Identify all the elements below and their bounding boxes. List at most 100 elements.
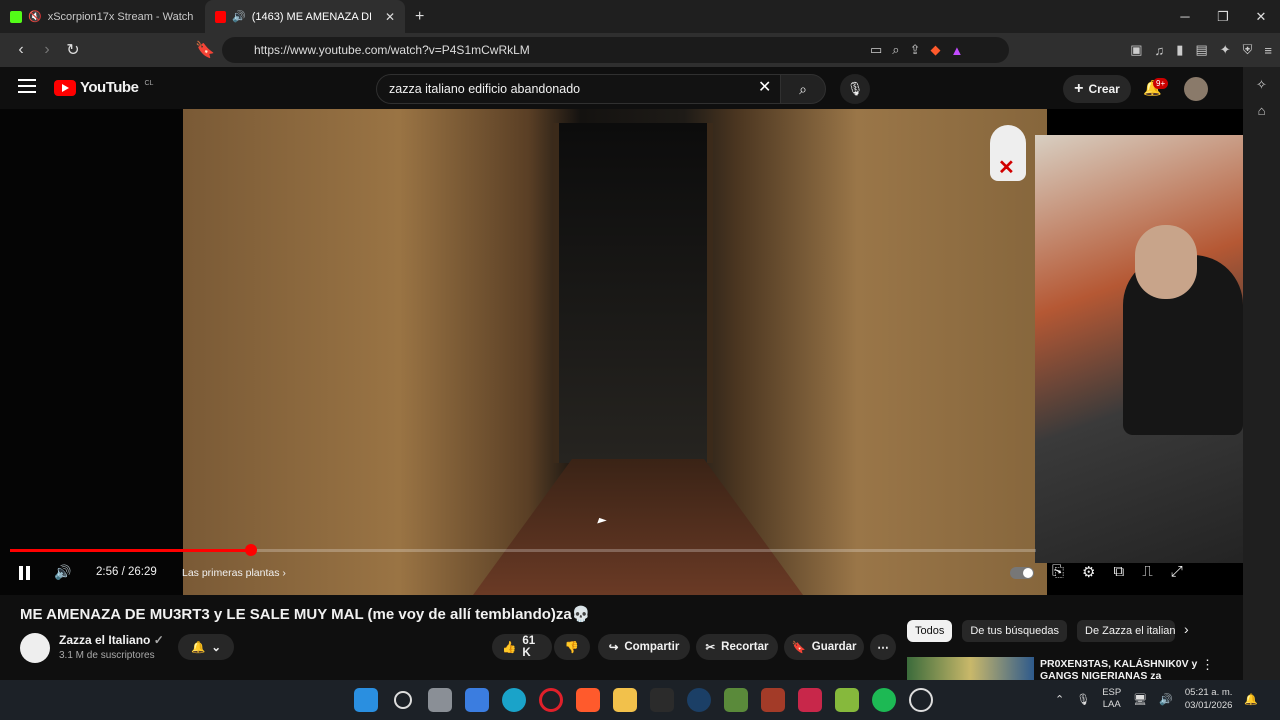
vpn-icon[interactable]: ⛨	[1243, 42, 1253, 58]
more-vert-icon[interactable]: ⋮	[1201, 657, 1214, 673]
chip-all[interactable]: Todos	[907, 620, 953, 642]
windows-start-icon[interactable]	[354, 688, 378, 712]
video-frame[interactable]	[183, 109, 1047, 595]
maximize-icon[interactable]: ❐	[1204, 0, 1242, 33]
pause-icon[interactable]	[18, 566, 32, 580]
share-icon[interactable]: ⇪	[910, 42, 921, 58]
settings-icon[interactable]: ⚙	[1082, 563, 1095, 581]
volume-icon[interactable]: 🔊	[54, 564, 71, 581]
hamburger-icon[interactable]	[18, 79, 36, 93]
epic-games-icon[interactable]	[650, 688, 674, 712]
close-window-icon[interactable]: ✕	[1242, 0, 1280, 33]
zoom-icon[interactable]: ⌕	[892, 42, 899, 58]
share-button[interactable]: ↪ Compartir	[598, 634, 690, 660]
minecraft-icon[interactable]	[724, 688, 748, 712]
miniplayer-icon[interactable]: ⧉	[1113, 563, 1124, 581]
mic-icon[interactable]: 🎙	[1076, 693, 1090, 706]
autoplay-toggle[interactable]	[1010, 567, 1034, 579]
recommendation-thumbnail[interactable]	[907, 657, 1034, 680]
network-icon[interactable]: 🖥	[1133, 693, 1147, 706]
language-indicator[interactable]: ESP LAA	[1102, 687, 1121, 711]
brave-icon[interactable]	[576, 688, 600, 712]
cast-icon[interactable]: ▭	[870, 42, 882, 58]
tray-expand-icon[interactable]: ⌃	[1055, 693, 1064, 706]
search-button[interactable]: ⌕	[780, 74, 826, 104]
voice-search-button[interactable]: 🎙	[840, 74, 870, 104]
media-icon[interactable]: ♫	[1155, 43, 1165, 58]
app-green-icon[interactable]	[835, 688, 859, 712]
url-actions: ▭ ⌕ ⇪ ◆ ▲	[870, 33, 963, 67]
create-button[interactable]: + Crear	[1063, 75, 1131, 103]
new-tab-button[interactable]: +	[405, 8, 434, 26]
youtube-play-icon	[54, 79, 76, 96]
search-input[interactable]: zazza italiano edificio abandonado	[376, 74, 781, 104]
wallet-icon[interactable]: ▤	[1195, 42, 1207, 58]
back-icon[interactable]: ‹	[8, 41, 34, 59]
youtube-logo[interactable]: YouTube CL	[54, 79, 153, 96]
search-icon[interactable]	[394, 691, 412, 709]
channel-name[interactable]: Zazza el Italiano ✓	[59, 633, 164, 647]
browser-tools: ▣ ♫ ▮ ▤ ✦ ⛨ ≡	[1130, 33, 1272, 67]
opera-icon[interactable]	[539, 688, 563, 712]
steam-icon[interactable]	[687, 688, 711, 712]
recommendation-item[interactable]: PR0XEN3TAS, KALÁSHNIK0V y GANGS NIGERIAN…	[907, 657, 1233, 680]
tab-title: (1463) ME AMENAZA DE MU3	[251, 10, 371, 23]
chip-channel[interactable]: De Zazza el italiano	[1077, 620, 1176, 642]
store-icon[interactable]	[465, 688, 489, 712]
video-player[interactable]: 🔊 2:56 / 26:29 Las primeras plantas › ⎘ …	[0, 109, 1243, 595]
tab-stream[interactable]: 🔇 xScorpion17x Stream - Watch Liv	[0, 0, 205, 33]
streamer-sticker	[990, 125, 1026, 181]
system-tray: ⌃ 🎙 ESP LAA 🖥 🔊 05:21 a. m. 03/01/2026 🔔	[1055, 686, 1258, 712]
sidebar-icon[interactable]: ▣	[1130, 42, 1142, 58]
notification-icon[interactable]: 🔔	[1244, 693, 1258, 706]
search-icon: ⌕	[799, 81, 807, 97]
chevron-right-icon[interactable]: ›	[1184, 621, 1189, 637]
time-display: 2:56 / 26:29	[96, 566, 157, 578]
clear-search-icon[interactable]: ✕	[758, 77, 771, 97]
chapter-button[interactable]: Las primeras plantas ›	[182, 567, 286, 579]
menu-icon[interactable]: ≡	[1264, 43, 1272, 58]
app-red-icon[interactable]	[798, 688, 822, 712]
volume-icon[interactable]: 🔊	[1159, 693, 1173, 706]
close-tab-icon[interactable]: ✕	[385, 10, 395, 24]
cast-icon[interactable]: ⎍	[1142, 563, 1153, 581]
ai-icon[interactable]: ✦	[1220, 42, 1231, 58]
chip-searches[interactable]: De tus búsquedas	[962, 620, 1068, 642]
scrubber-handle[interactable]	[244, 544, 257, 556]
bookmark-icon[interactable]: 🔖	[192, 40, 218, 60]
spotify-icon[interactable]	[872, 688, 896, 712]
edge-icon[interactable]	[502, 688, 526, 712]
reload-icon[interactable]: ↻	[60, 40, 86, 60]
forward-icon[interactable]: ›	[34, 41, 60, 59]
recommendation-title[interactable]: PR0XEN3TAS, KALÁSHNIK0V y GANGS NIGERIAN…	[1040, 658, 1210, 680]
browser-tab-bar: 🔇 xScorpion17x Stream - Watch Liv 🔊 (146…	[0, 0, 1280, 33]
clip-button[interactable]: ✂ Recortar	[696, 634, 778, 660]
more-actions-button[interactable]: ⋯	[870, 634, 896, 660]
tab-title: xScorpion17x Stream - Watch Liv	[47, 10, 193, 23]
discord-icon[interactable]	[909, 688, 933, 712]
clip-label: Recortar	[721, 641, 769, 653]
notification-bell-button[interactable]: 🔔 ⌄	[178, 634, 234, 660]
dislike-button[interactable]: 👎	[554, 634, 590, 660]
share-label: Compartir	[624, 641, 680, 653]
brave-shield-icon[interactable]: ◆	[930, 42, 940, 58]
tools-icon[interactable]: ⌂	[1243, 103, 1280, 118]
copilot-icon[interactable]: ✧	[1243, 77, 1280, 93]
fullscreen-icon[interactable]: ⤢	[1171, 563, 1183, 581]
recommendation-chips: Todos De tus búsquedas De Zazza el itali…	[907, 620, 1176, 642]
avatar[interactable]	[1184, 77, 1208, 101]
like-button[interactable]: 👍 61 K	[492, 634, 552, 660]
file-explorer-icon[interactable]	[613, 688, 637, 712]
clock[interactable]: 05:21 a. m. 03/01/2026	[1185, 686, 1233, 712]
share-icon: ↪	[608, 642, 619, 654]
progress-bar[interactable]	[10, 544, 1036, 556]
tab-youtube[interactable]: 🔊 (1463) ME AMENAZA DE MU3 ✕	[205, 0, 405, 33]
channel-avatar[interactable]	[20, 633, 50, 663]
minimize-icon[interactable]: ─	[1166, 0, 1204, 33]
task-view-icon[interactable]	[428, 688, 452, 712]
game-icon[interactable]	[761, 688, 785, 712]
brave-rewards-icon[interactable]: ▲	[950, 43, 963, 58]
save-button[interactable]: 🔖 Guardar	[784, 634, 864, 660]
reader-icon[interactable]: ▮	[1176, 42, 1183, 58]
subtitles-icon[interactable]: ⎘	[1052, 563, 1064, 581]
